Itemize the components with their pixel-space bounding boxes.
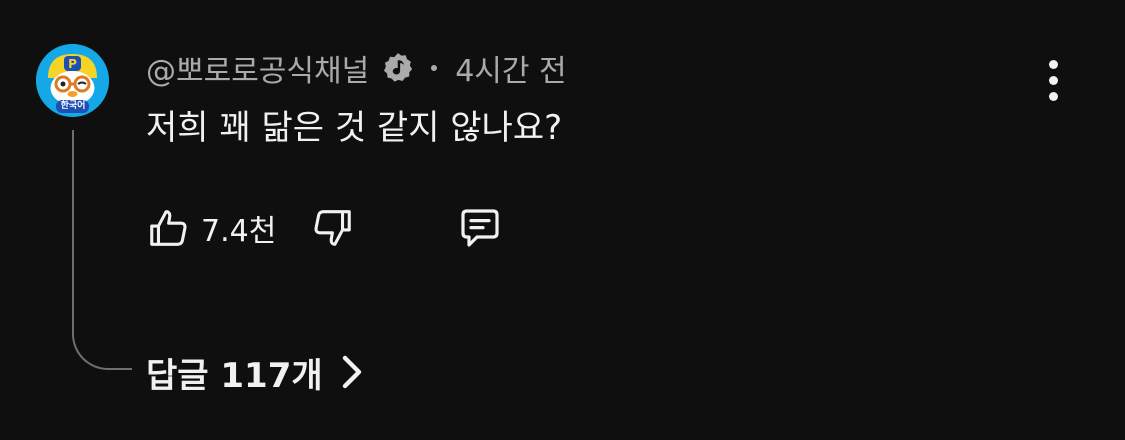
chevron-right-icon [342,355,361,389]
header-separator-dot [431,65,438,71]
reply-button[interactable] [454,200,506,256]
vertical-ellipsis-icon [1048,91,1058,101]
thumbs-up-icon [150,210,187,246]
comment-text: 저희 꽤 닮은 것 같지 않나요? [146,108,563,148]
like-button[interactable] [143,200,195,256]
verified-music-badge-icon [384,53,413,82]
like-count: 7.4천 [201,214,277,249]
more-options-button[interactable] [1032,56,1074,104]
vertical-ellipsis-icon [1048,59,1058,69]
reply-thread-line [72,130,132,370]
comment-bubble-icon [461,209,499,247]
avatar[interactable]: P 한국어 [36,44,109,117]
comment-header: @뽀로로공식채널 4시간 전 [146,46,567,90]
comment-timestamp[interactable]: 4시간 전 [455,46,566,90]
comment-action-bar: 7.4천 [143,200,506,256]
thumbs-down-icon [314,210,352,246]
avatar-caption: 한국어 [60,101,86,111]
view-replies-button[interactable]: 답글 117개 [146,346,363,398]
dislike-button[interactable] [306,200,358,256]
replies-label: 답글 117개 [146,355,323,396]
author-name[interactable]: @뽀로로공식채널 [146,46,369,90]
svg-text:P: P [68,57,77,71]
vertical-ellipsis-icon [1048,75,1058,85]
